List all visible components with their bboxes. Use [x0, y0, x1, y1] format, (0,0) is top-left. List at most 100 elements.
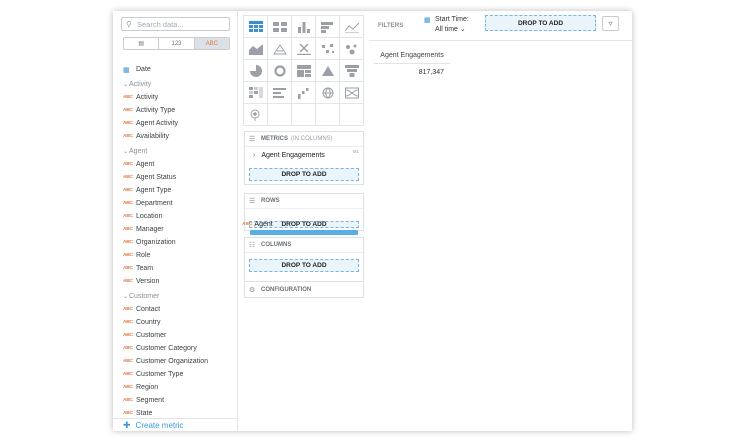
create-metric-button[interactable]: ✚ Create metric — [113, 418, 238, 431]
field-team[interactable]: ABC Team — [123, 262, 235, 275]
group-activity[interactable]: ⌄ Activity — [123, 78, 235, 91]
viz-bubble-button[interactable] — [316, 38, 340, 60]
table-header-cell[interactable]: Agent Engagements — [374, 47, 450, 64]
columns-drop-zone[interactable]: DROP TO ADD — [249, 259, 359, 272]
field-agent-status[interactable]: ABC Agent Status — [123, 171, 235, 184]
filter-all-button[interactable]: ▤ — [124, 38, 160, 49]
columns-icon: ☷ — [249, 242, 256, 249]
viz-headline-button[interactable] — [268, 16, 292, 38]
viz-heatmap-button[interactable] — [244, 82, 268, 104]
field-country[interactable]: ABC Country — [123, 316, 235, 329]
field-list: ▦ Date ⌄ Activity ABC Activity ABC Activit… — [123, 63, 235, 420]
attribute-tag: ABC — [242, 222, 253, 227]
rows-bucket-header: ☰ ROWS — [245, 194, 363, 209]
metric-agent-engagements[interactable]: › Agent Engagements M1 — [245, 147, 363, 164]
filter-bar: FILTERS ▦ Start Time: All time ⌄ DROP TO… — [369, 11, 632, 41]
attribute-tag: ABC — [123, 108, 133, 113]
field-contact[interactable]: ABC Contact — [123, 303, 235, 316]
rows-icon: ☰ — [249, 198, 256, 205]
funnel-chart-icon — [344, 64, 359, 77]
group-customer[interactable]: ⌄ Customer — [123, 290, 235, 303]
viz-dots-button[interactable] — [340, 38, 364, 60]
viz-sankey-button[interactable] — [340, 82, 364, 104]
attribute-tag: ABC — [123, 227, 133, 232]
field-location[interactable]: ABC Location — [123, 210, 235, 223]
filter-drop-zone[interactable]: DROP TO ADD — [485, 15, 596, 31]
bullet-chart-icon — [272, 87, 286, 98]
field-customer-category[interactable]: ABC Customer Category — [123, 342, 235, 355]
search-box[interactable]: ⚲ — [121, 17, 230, 31]
viz-donut-button[interactable] — [268, 60, 292, 82]
field-manager[interactable]: ABC Manager — [123, 223, 235, 236]
search-input[interactable] — [137, 19, 227, 30]
field-region[interactable]: ABC Region — [123, 381, 235, 394]
viz-column-button[interactable] — [292, 16, 316, 38]
scatter-plot-icon — [296, 43, 311, 55]
heatmap-icon — [248, 86, 263, 98]
visualization-canvas: FILTERS ▦ Start Time: All time ⌄ DROP TO… — [369, 11, 632, 431]
viz-empty-slot — [316, 104, 340, 126]
field-label: Organization — [136, 239, 176, 246]
field-date[interactable]: ▦ Date — [123, 63, 235, 76]
drop-indicator-bar — [250, 230, 358, 235]
viz-bar-button[interactable] — [316, 16, 340, 38]
viz-line-button[interactable] — [340, 16, 364, 38]
filter-attributes-button[interactable]: ABC — [194, 38, 229, 49]
field-label: Date — [136, 66, 151, 73]
pivot-table: Agent Engagements 817,347 — [374, 47, 450, 80]
field-label: Version — [136, 278, 160, 285]
metrics-drop-zone[interactable]: DROP TO ADD — [249, 168, 359, 181]
field-department[interactable]: ABC Department — [123, 197, 235, 210]
viz-pie-button[interactable] — [244, 60, 268, 82]
field-organization[interactable]: ABC Organization — [123, 236, 235, 249]
field-label: Role — [136, 252, 151, 259]
attribute-tag: ABC — [123, 346, 133, 351]
combo-chart-icon — [272, 43, 287, 54]
viz-geo-button[interactable] — [316, 82, 340, 104]
field-label: Activity — [136, 94, 159, 101]
viz-table-button[interactable] — [244, 16, 268, 38]
field-customer-type[interactable]: ABC Customer Type — [123, 368, 235, 381]
viz-scatter-button[interactable] — [292, 38, 316, 60]
field-customer[interactable]: ABC Customer — [123, 329, 235, 342]
filter-config-button[interactable]: ▿ — [602, 16, 619, 31]
field-agent-type[interactable]: ABC Agent Type — [123, 184, 235, 197]
attribute-tag: ABC — [123, 95, 133, 100]
viz-pushpin-button[interactable] — [244, 104, 268, 126]
group-agent[interactable]: ⌄ Agent — [123, 145, 235, 158]
field-activity[interactable]: ABC Activity — [123, 91, 235, 104]
viz-bullet-button[interactable] — [268, 82, 292, 104]
attribute-tag: ABC — [123, 385, 133, 390]
viz-combo-button[interactable] — [268, 38, 292, 60]
field-role[interactable]: ABC Role — [123, 249, 235, 262]
group-label: Activity — [129, 81, 152, 88]
metrics-bucket-header: ☰ METRICS (IN COLUMNS) — [245, 132, 363, 147]
field-label: Customer Organization — [136, 358, 208, 365]
viz-empty-slot — [268, 104, 292, 126]
funnel-icon: ▿ — [608, 19, 613, 28]
viz-treemap-button[interactable] — [292, 60, 316, 82]
waterfall-chart-icon — [297, 87, 308, 99]
calendar-icon: ▦ — [424, 17, 431, 24]
field-customer-organization[interactable]: ABC Customer Organization — [123, 355, 235, 368]
field-agent[interactable]: ABC Agent — [123, 158, 235, 171]
viz-pyramid-button[interactable] — [316, 60, 340, 82]
field-segment[interactable]: ABC Segment — [123, 394, 235, 407]
field-availability[interactable]: ABC Availability — [123, 130, 235, 143]
filter-metrics-button[interactable]: 123 — [159, 38, 195, 49]
dot-plot-icon — [345, 44, 356, 54]
viz-area-button[interactable] — [244, 38, 268, 60]
configuration-header[interactable]: ⚙ CONFIGURATION — [245, 282, 363, 297]
type-filter: ▤ 123 ABC — [123, 37, 230, 50]
field-agent-activity[interactable]: ABC Agent Activity — [123, 117, 235, 130]
viz-waterfall-button[interactable] — [292, 82, 316, 104]
columns-title: COLUMNS — [261, 242, 292, 248]
attribute-tag: ABC — [123, 121, 133, 126]
attribute-tag: ABC — [123, 175, 133, 180]
field-label: Manager — [136, 226, 164, 233]
dragged-attribute[interactable]: ABC Agent — [242, 221, 273, 228]
field-version[interactable]: ABC Version — [123, 275, 235, 288]
field-activity-type[interactable]: ABC Activity Type — [123, 104, 235, 117]
viz-funnel-button[interactable] — [340, 60, 364, 82]
configuration-section[interactable]: ⚙ CONFIGURATION — [244, 281, 364, 298]
